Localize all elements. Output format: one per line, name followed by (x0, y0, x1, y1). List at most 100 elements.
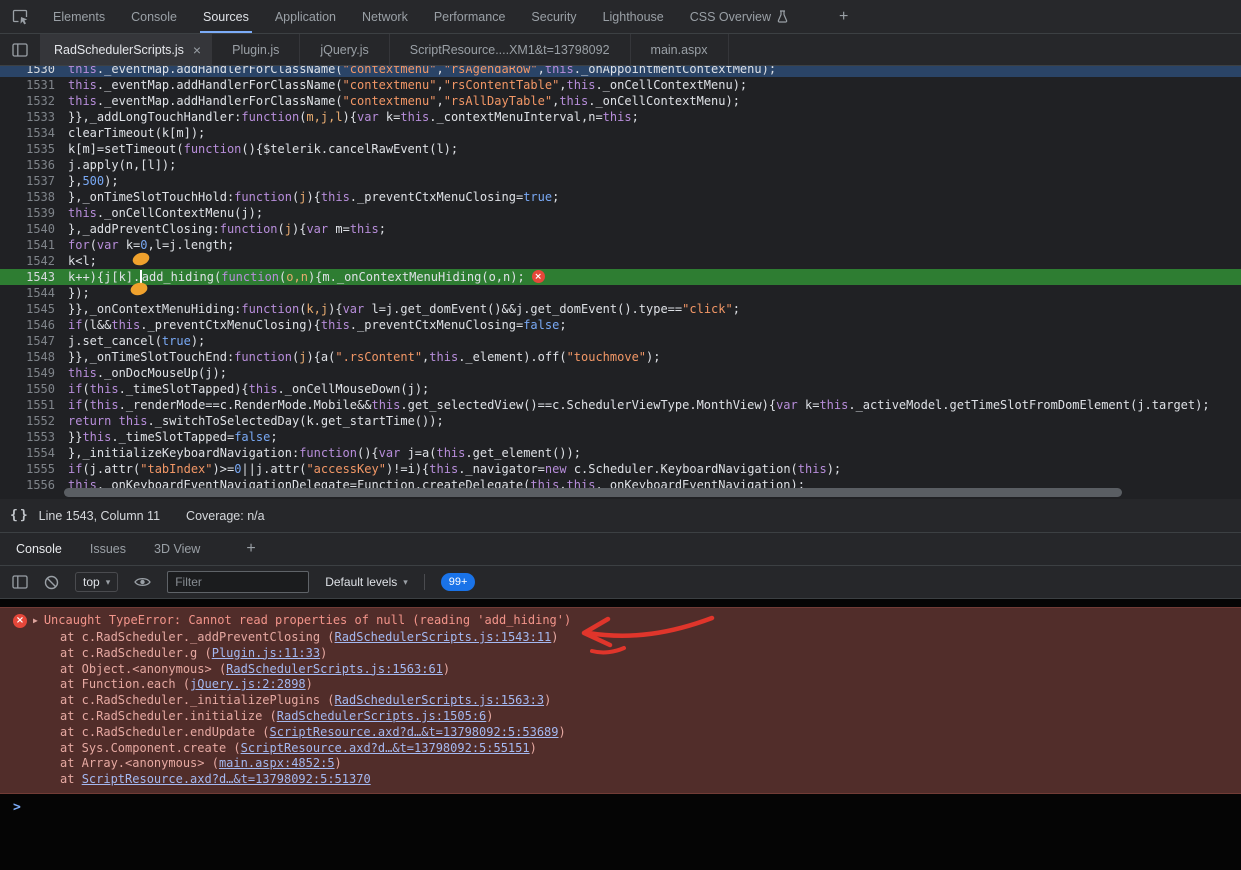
toggle-navigator-icon[interactable] (0, 34, 40, 65)
stack-frame-link[interactable]: ScriptResource.axd?d…&t=13798092:5:51370 (82, 772, 371, 786)
line-number[interactable]: 1545 (0, 301, 55, 317)
line-code[interactable]: },_initializeKeyboardNavigation:function… (55, 446, 581, 460)
line-number[interactable]: 1531 (0, 77, 55, 93)
filter-input[interactable] (167, 571, 309, 593)
inspect-icon[interactable] (0, 0, 40, 33)
line-number[interactable]: 1533 (0, 109, 55, 125)
tab-elements[interactable]: Elements (40, 0, 118, 33)
code-token: }},_addLongTouchHandler: (68, 110, 241, 124)
file-tab-main-aspx[interactable]: main.aspx (631, 34, 729, 65)
drawer-tab-console[interactable]: Console (2, 533, 76, 565)
line-code[interactable]: }}this._timeSlotTapped=false; (55, 430, 278, 444)
line-code[interactable]: }},_addLongTouchHandler:function(m,j,l){… (55, 110, 639, 124)
line-number[interactable]: 1548 (0, 349, 55, 365)
tab-performance[interactable]: Performance (421, 0, 519, 33)
stack-frame-link[interactable]: ScriptResource.axd?d…&t=13798092:5:55151 (241, 741, 530, 755)
drawer-tab-issues[interactable]: Issues (76, 533, 140, 565)
file-tab-plugin-js[interactable]: Plugin.js (212, 34, 300, 65)
line-code[interactable]: },500); (55, 174, 119, 188)
line-code[interactable]: this._onCellContextMenu(j); (55, 206, 263, 220)
line-number[interactable]: 1549 (0, 365, 55, 381)
tab-lighthouse[interactable]: Lighthouse (590, 0, 677, 33)
line-code[interactable]: k<l; (55, 254, 97, 268)
line-number[interactable]: 1546 (0, 317, 55, 333)
log-levels-dropdown[interactable]: Default levels ▾ (325, 575, 408, 589)
pretty-print-button[interactable]: {} (10, 508, 30, 523)
file-tab-scriptresource-xm1-t-13798092[interactable]: ScriptResource....XM1&t=13798092 (390, 34, 631, 65)
line-code[interactable]: k++){j[k].add_hiding(function(o,n){m._on… (55, 270, 545, 284)
line-number[interactable]: 1551 (0, 397, 55, 413)
line-code[interactable]: },_addPreventClosing:function(j){var m=t… (55, 222, 386, 236)
line-number[interactable]: 1553 (0, 429, 55, 445)
line-number[interactable]: 1534 (0, 125, 55, 141)
line-number[interactable]: 1550 (0, 381, 55, 397)
line-number[interactable]: 1542 (0, 253, 55, 269)
line-number[interactable]: 1541 (0, 237, 55, 253)
line-code[interactable]: this._onDocMouseUp(j); (55, 366, 227, 380)
line-code[interactable]: this._eventMap.addHandlerForClassName("c… (55, 94, 740, 108)
tab-sources[interactable]: Sources (190, 0, 262, 33)
issues-count-badge[interactable]: 99+ (441, 573, 476, 591)
line-number[interactable]: 1536 (0, 157, 55, 173)
line-number[interactable]: 1554 (0, 445, 55, 461)
line-code[interactable]: this._eventMap.addHandlerForClassName("c… (55, 78, 747, 92)
add-drawer-tab-button[interactable]: + (236, 533, 265, 565)
line-code[interactable]: }},_onTimeSlotTouchEnd:function(j){a(".r… (55, 350, 661, 364)
eye-icon[interactable] (134, 576, 151, 588)
tab-security[interactable]: Security (518, 0, 589, 33)
stack-frame-link[interactable]: Plugin.js:11:33 (212, 646, 320, 660)
line-number[interactable]: 1543 (0, 269, 55, 285)
context-selector-dropdown[interactable]: top ▾ (75, 572, 118, 592)
line-code[interactable]: if(this._timeSlotTapped){this._onCellMou… (55, 382, 429, 396)
stack-frame-link[interactable]: main.aspx:4852:5 (219, 756, 335, 770)
scrollbar-thumb[interactable] (64, 488, 1122, 497)
more-panels-button[interactable]: + (827, 0, 860, 33)
file-tab-bar: RadSchedulerScripts.js×Plugin.jsjQuery.j… (0, 34, 1241, 66)
line-number[interactable]: 1539 (0, 205, 55, 221)
tab-console[interactable]: Console (118, 0, 190, 33)
tab-css-overview[interactable]: CSS Overview (677, 0, 801, 33)
stack-frame-link[interactable]: RadSchedulerScripts.js:1505:6 (277, 709, 487, 723)
line-code[interactable]: if(j.attr("tabIndex")>=0||j.attr("access… (55, 462, 841, 476)
tab-application[interactable]: Application (262, 0, 349, 33)
line-number[interactable]: 1552 (0, 413, 55, 429)
tab-network[interactable]: Network (349, 0, 421, 33)
stack-frame-link[interactable]: jQuery.js:2:2898 (190, 677, 306, 691)
horizontal-scrollbar[interactable] (0, 488, 1241, 497)
code-line-1542: 1542k<l; (0, 253, 1241, 269)
line-code[interactable]: },_onTimeSlotTouchHold:function(j){this.… (55, 190, 559, 204)
line-code[interactable]: j.apply(n,[l]); (55, 158, 176, 172)
file-tab-radschedulerscripts-js[interactable]: RadSchedulerScripts.js× (40, 34, 212, 65)
line-code[interactable]: j.set_cancel(true); (55, 334, 205, 348)
line-number[interactable]: 1547 (0, 333, 55, 349)
clear-console-icon[interactable] (44, 575, 59, 590)
line-code[interactable]: if(this._renderMode==c.RenderMode.Mobile… (55, 398, 1210, 412)
expand-triangle-icon[interactable]: ▶ (33, 612, 38, 629)
line-code[interactable]: clearTimeout(k[m]); (55, 126, 205, 140)
stack-frame-link[interactable]: RadSchedulerScripts.js:1563:3 (335, 693, 545, 707)
line-number[interactable]: 1532 (0, 93, 55, 109)
code-token: false (234, 430, 270, 444)
drawer-tab-3d-view[interactable]: 3D View (140, 533, 214, 565)
line-number[interactable]: 1544 (0, 285, 55, 301)
stack-frame-link[interactable]: ScriptResource.axd?d…&t=13798092:5:53689 (270, 725, 559, 739)
console-sidebar-icon[interactable] (12, 575, 28, 589)
file-tab-jquery-js[interactable]: jQuery.js (300, 34, 389, 65)
line-number[interactable]: 1540 (0, 221, 55, 237)
line-code[interactable]: return this._switchToSelectedDay(k.get_s… (55, 414, 444, 428)
stack-frame-link[interactable]: RadSchedulerScripts.js:1563:61 (226, 662, 443, 676)
line-number[interactable]: 1530 (0, 66, 55, 77)
line-number[interactable]: 1555 (0, 461, 55, 477)
stack-frame-link[interactable]: RadSchedulerScripts.js:1543:11 (335, 630, 552, 644)
line-code[interactable]: }},_onContextMenuHiding:function(k,j){va… (55, 302, 740, 316)
close-tab-icon[interactable]: × (193, 43, 201, 57)
line-code[interactable]: this._eventMap.addHandlerForClassName("c… (55, 66, 776, 76)
line-code[interactable]: k[m]=setTimeout(function(){$telerik.canc… (55, 142, 458, 156)
line-number[interactable]: 1538 (0, 189, 55, 205)
line-number[interactable]: 1537 (0, 173, 55, 189)
console-prompt[interactable]: > (0, 800, 1241, 815)
line-code[interactable]: }); (55, 286, 90, 300)
line-number[interactable]: 1535 (0, 141, 55, 157)
line-code[interactable]: for(var k=0,l=j.length; (55, 238, 234, 252)
line-code[interactable]: if(l&&this._preventCtxMenuClosing){this.… (55, 318, 567, 332)
